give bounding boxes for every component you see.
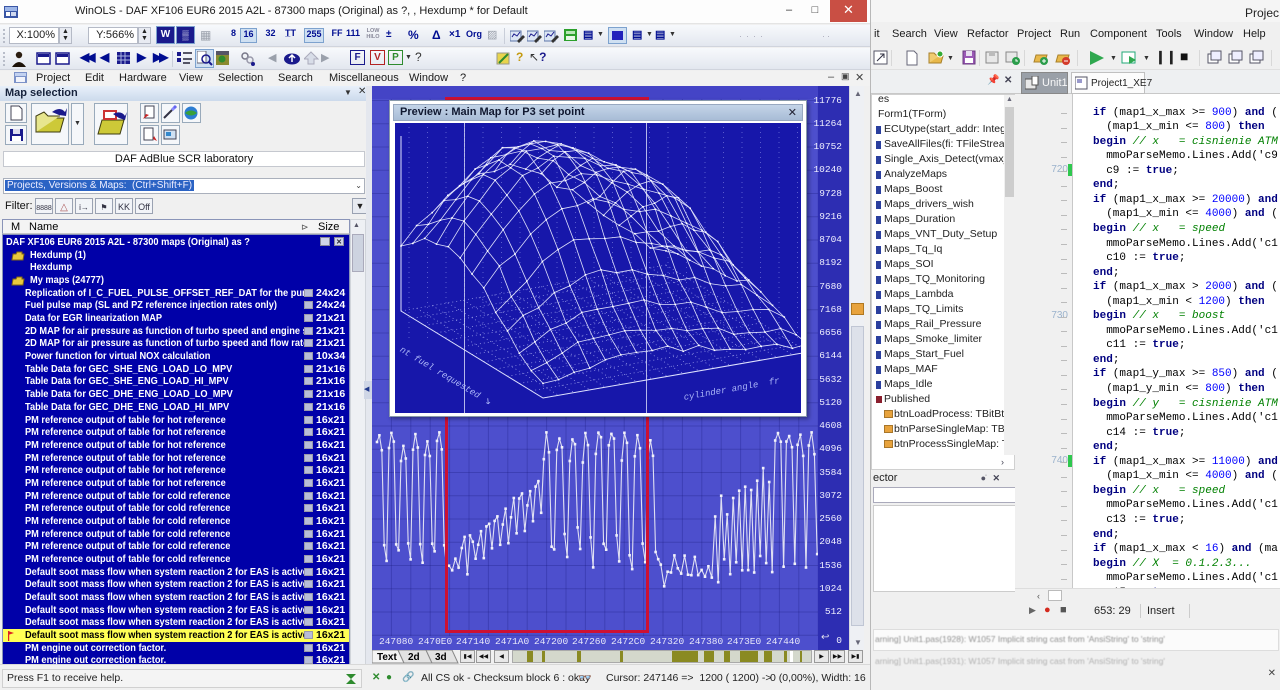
svg-text:2d: 2d bbox=[408, 652, 420, 663]
svg-text:3d: 3d bbox=[435, 652, 447, 663]
svg-text:Text: Text bbox=[377, 652, 397, 663]
